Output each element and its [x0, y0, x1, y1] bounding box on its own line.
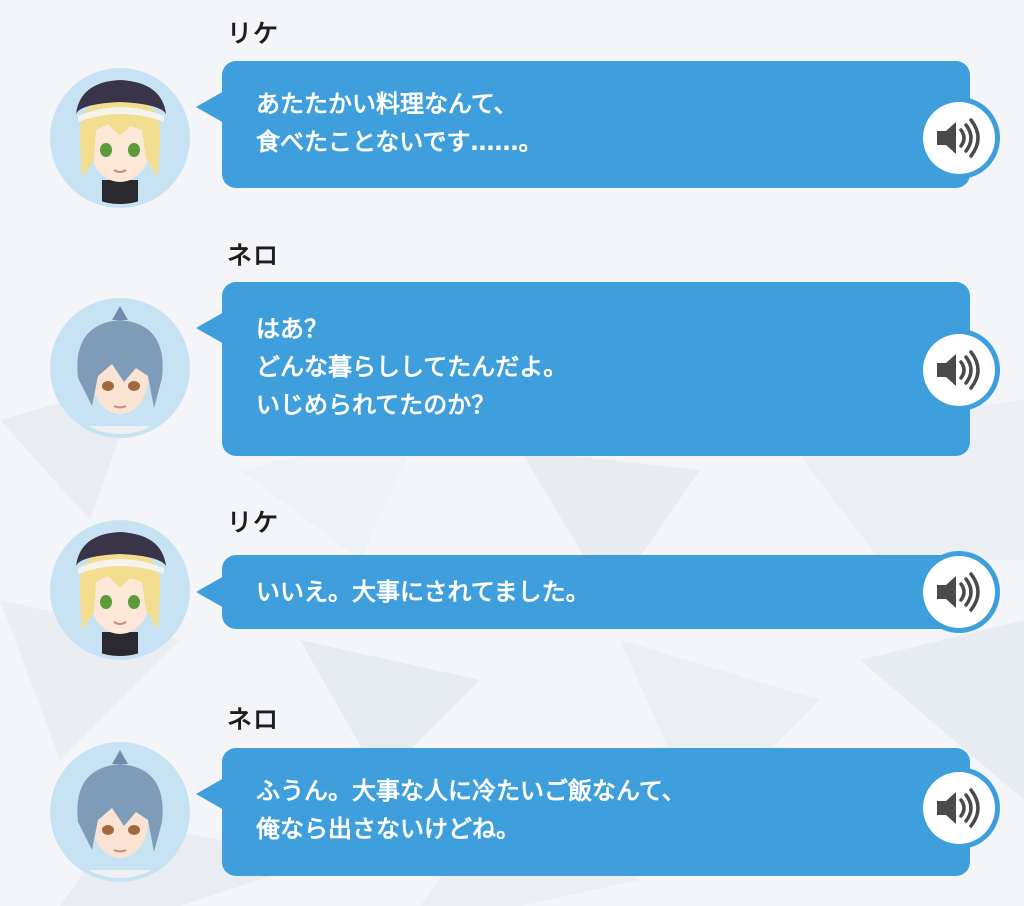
bubble-tail — [196, 312, 224, 344]
speaker-icon — [937, 350, 980, 390]
voice-play-button[interactable] — [923, 334, 995, 406]
speech-bubble: はあ？ どんな暮らししてたんだよ。 いじめられてたのか？ — [196, 282, 970, 456]
speaker-icon — [937, 788, 980, 828]
bubble-tail — [196, 778, 224, 810]
speaker-icon — [937, 118, 980, 158]
bubble-tail — [196, 576, 224, 608]
speech-bubble: ふうん。大事な人に冷たいご飯なんて、 俺なら出さないけどね。 — [196, 748, 970, 876]
rike-avatar[interactable] — [50, 520, 190, 660]
speaker-icon — [937, 572, 980, 612]
dialogue-text: はあ？ どんな暮らししてたんだよ。 いじめられてたのか？ — [256, 315, 568, 419]
dialogue-text: あたたかい料理なんて、 食べたことないです……。 — [256, 90, 543, 156]
speaker-name: リケ — [227, 508, 280, 537]
voice-play-button[interactable] — [923, 556, 995, 628]
dialogue-text: ふうん。大事な人に冷たいご飯なんて、 俺なら出さないけどね。 — [256, 777, 686, 843]
speaker-name: ネロ — [227, 705, 280, 734]
rike-avatar[interactable] — [50, 68, 190, 208]
bubble-tail — [196, 91, 224, 123]
speaker-name: ネロ — [227, 241, 280, 270]
speech-bubble: いいえ。大事にされてました。 — [196, 555, 970, 629]
speech-bubble: あたたかい料理なんて、 食べたことないです……。 — [196, 61, 970, 188]
nero-avatar[interactable] — [50, 742, 190, 882]
speaker-name: リケ — [227, 19, 280, 48]
voice-play-button[interactable] — [923, 102, 995, 174]
nero-avatar[interactable] — [50, 298, 190, 438]
voice-play-button[interactable] — [923, 772, 995, 844]
dialogue-text: いいえ。大事にされてました。 — [256, 578, 590, 606]
